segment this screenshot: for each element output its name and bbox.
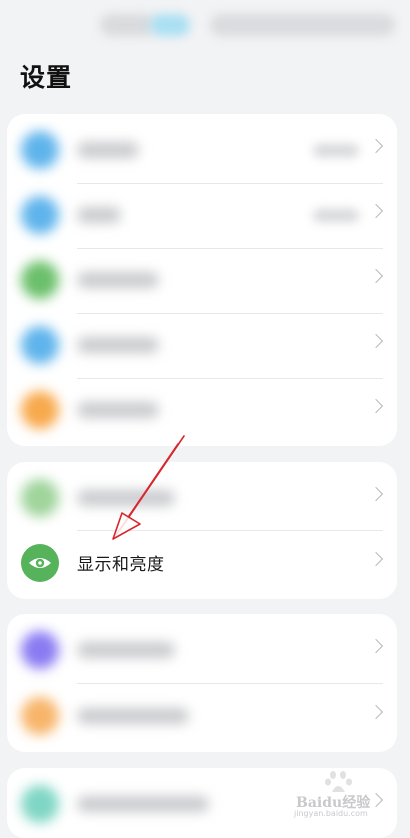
watermark-url: jingyan.baidu.com: [294, 809, 368, 818]
baidu-watermark: Baidu经验 jingyan.baidu.com: [294, 770, 404, 820]
baidu-paw-logo: [325, 771, 352, 792]
annotation-arrow: [112, 435, 185, 540]
